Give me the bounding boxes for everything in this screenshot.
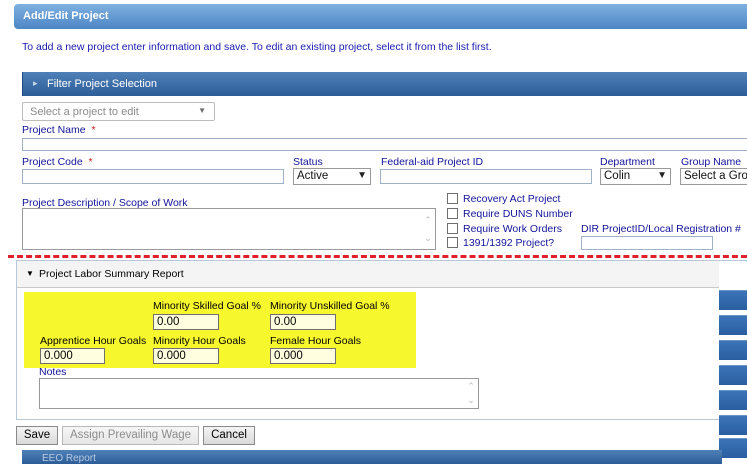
- group-name-select[interactable]: Select a Gro: [680, 168, 747, 185]
- page-header: Add/Edit Project: [14, 4, 747, 29]
- minority-unskilled-label: Minority Unskilled Goal %: [270, 300, 390, 312]
- federal-aid-label: Federal-aid Project ID: [381, 156, 484, 168]
- female-hour-input[interactable]: 0.000: [270, 348, 336, 364]
- collapse-arrow-icon: ▼: [26, 269, 34, 278]
- project-code-input[interactable]: [22, 169, 284, 184]
- require-work-orders-checkbox[interactable]: [447, 223, 458, 234]
- chevron-down-icon: ▼: [357, 170, 367, 181]
- side-panel-tab[interactable]: [719, 390, 747, 410]
- notes-textarea[interactable]: ⌃ ⌄: [39, 378, 479, 409]
- department-label: Department: [600, 156, 655, 168]
- minority-skilled-label: Minority Skilled Goal %: [153, 300, 261, 312]
- filter-project-selection-toggle[interactable]: ▸ Filter Project Selection: [22, 72, 747, 96]
- project-select-dropdown[interactable]: Select a project to edit ▼: [22, 102, 215, 121]
- apprentice-hour-label: Apprentice Hour Goals: [40, 335, 147, 347]
- require-duns-label: Require DUNS Number: [463, 208, 573, 220]
- female-hour-label: Female Hour Goals: [270, 335, 362, 347]
- eeo-report-bar[interactable]: EEO Report: [22, 450, 722, 464]
- minority-skilled-input[interactable]: 0.00: [153, 314, 219, 330]
- labor-summary-title: Project Labor Summary Report: [39, 268, 184, 280]
- notes-label: Notes: [39, 366, 67, 378]
- status-select-value: Active: [297, 170, 329, 182]
- require-duns-checkbox[interactable]: [447, 208, 458, 219]
- recovery-act-checkbox[interactable]: [447, 193, 458, 204]
- scroll-down-icon[interactable]: ⌄: [466, 391, 476, 409]
- apprentice-hour-input[interactable]: 0.000: [40, 348, 105, 364]
- recovery-act-label: Recovery Act Project: [463, 193, 561, 205]
- federal-aid-input[interactable]: [380, 169, 592, 184]
- project-code-label: Project Code *: [22, 156, 93, 168]
- description-textarea[interactable]: ⌃ ⌄: [22, 208, 436, 250]
- status-select[interactable]: Active ▼: [293, 168, 371, 185]
- filter-bar-label: Filter Project Selection: [47, 78, 158, 90]
- scroll-down-icon[interactable]: ⌄: [423, 229, 433, 247]
- side-panel-tab[interactable]: [719, 290, 747, 310]
- cancel-button[interactable]: Cancel: [203, 426, 255, 445]
- project-name-input[interactable]: [22, 138, 747, 151]
- project-1391-checkbox[interactable]: [447, 237, 458, 248]
- required-marker: *: [91, 124, 96, 136]
- group-name-select-value: Select a Gro: [684, 170, 747, 182]
- minority-hour-input[interactable]: 0.000: [153, 348, 219, 364]
- side-panel-tab[interactable]: [719, 415, 747, 435]
- chevron-down-icon: ▼: [657, 170, 667, 181]
- labor-summary-header[interactable]: ▼ Project Labor Summary Report: [17, 261, 719, 288]
- dir-project-id-input[interactable]: [581, 236, 713, 250]
- department-select[interactable]: Colin ▼: [600, 168, 671, 185]
- required-marker: *: [88, 156, 93, 168]
- minority-hour-label: Minority Hour Goals: [153, 335, 246, 347]
- eeo-report-label: EEO Report: [42, 453, 96, 464]
- status-label: Status: [293, 156, 323, 168]
- chevron-down-icon: ▼: [198, 106, 206, 115]
- side-panel-tab[interactable]: [719, 438, 747, 458]
- annotation-dashed-line: [8, 255, 747, 258]
- intro-text: To add a new project enter information a…: [22, 41, 492, 53]
- expand-arrow-icon: ▸: [33, 78, 38, 88]
- page-title: Add/Edit Project: [23, 10, 109, 22]
- department-select-value: Colin: [604, 170, 631, 182]
- scroll-up-icon[interactable]: ⌃: [423, 211, 433, 229]
- save-button[interactable]: Save: [16, 426, 58, 445]
- side-panel-tab[interactable]: [719, 365, 747, 385]
- project-1391-label: 1391/1392 Project?: [463, 237, 555, 249]
- assign-prevailing-wage-button[interactable]: Assign Prevailing Wage: [62, 426, 199, 445]
- group-name-label: Group Name: [681, 156, 742, 168]
- side-panel-tab[interactable]: [719, 315, 747, 335]
- project-select-placeholder: Select a project to edit: [30, 106, 139, 118]
- require-work-orders-label: Require Work Orders: [463, 223, 563, 235]
- minority-unskilled-input[interactable]: 0.00: [270, 314, 336, 330]
- right-panel-strip: [719, 262, 747, 458]
- dir-project-id-label: DIR ProjectID/Local Registration #: [581, 223, 741, 235]
- project-name-label: Project Name *: [22, 124, 96, 136]
- side-panel-tab[interactable]: [719, 340, 747, 360]
